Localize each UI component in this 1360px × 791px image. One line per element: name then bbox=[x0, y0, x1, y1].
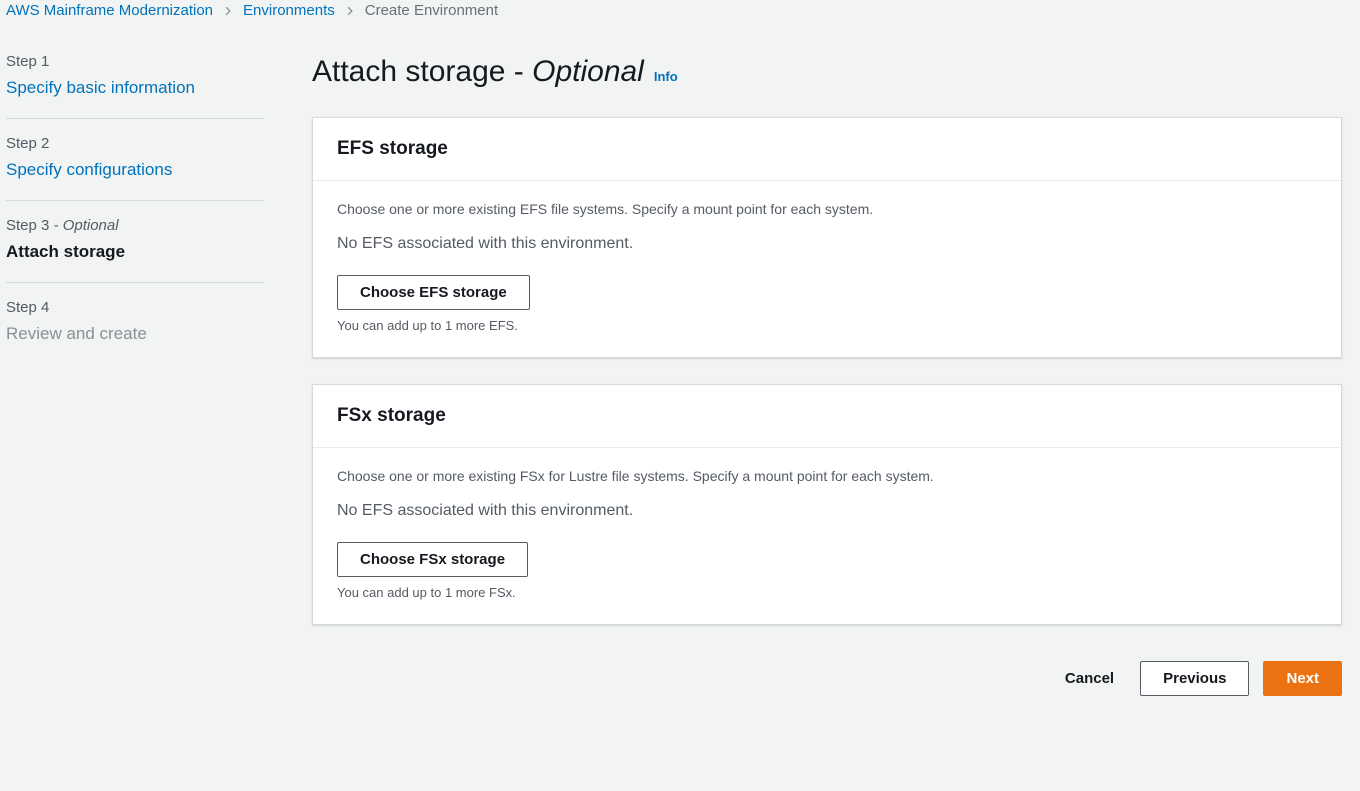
fsx-status: No EFS associated with this environment. bbox=[337, 502, 1317, 520]
previous-button[interactable]: Previous bbox=[1140, 661, 1249, 696]
next-button[interactable]: Next bbox=[1263, 661, 1342, 696]
fsx-description: Choose one or more existing FSx for Lust… bbox=[337, 468, 1317, 484]
choose-fsx-storage-button[interactable]: Choose FSx storage bbox=[337, 542, 528, 577]
step-title-disabled: Review and create bbox=[6, 324, 264, 344]
step-label: Step 3 - Optional bbox=[6, 217, 264, 234]
wizard-step-3: Step 3 - Optional Attach storage bbox=[6, 201, 264, 283]
fsx-storage-panel: FSx storage Choose one or more existing … bbox=[312, 384, 1342, 625]
efs-storage-panel: EFS storage Choose one or more existing … bbox=[312, 117, 1342, 358]
wizard-step-1[interactable]: Step 1 Specify basic information bbox=[6, 37, 264, 119]
info-link[interactable]: Info bbox=[654, 69, 678, 84]
chevron-right-icon bbox=[345, 6, 355, 16]
step-title-link[interactable]: Specify configurations bbox=[6, 160, 264, 180]
breadcrumb-service-link[interactable]: AWS Mainframe Modernization bbox=[6, 2, 213, 19]
page-title: Attach storage - Optional bbox=[312, 55, 644, 89]
fsx-heading: FSx storage bbox=[337, 405, 1317, 427]
efs-helper-text: You can add up to 1 more EFS. bbox=[337, 318, 1317, 333]
breadcrumb-environments-link[interactable]: Environments bbox=[243, 2, 335, 19]
choose-efs-storage-button[interactable]: Choose EFS storage bbox=[337, 275, 530, 310]
wizard-sidebar: Step 1 Specify basic information Step 2 … bbox=[6, 37, 264, 700]
step-label: Step 4 bbox=[6, 299, 264, 316]
main-content: Attach storage - Optional Info EFS stora… bbox=[312, 37, 1354, 700]
efs-description: Choose one or more existing EFS file sys… bbox=[337, 201, 1317, 217]
cancel-button[interactable]: Cancel bbox=[1053, 662, 1126, 695]
step-label: Step 2 bbox=[6, 135, 264, 152]
wizard-step-4: Step 4 Review and create bbox=[6, 283, 264, 364]
efs-heading: EFS storage bbox=[337, 138, 1317, 160]
step-title-active: Attach storage bbox=[6, 242, 264, 262]
step-label: Step 1 bbox=[6, 53, 264, 70]
breadcrumb-current: Create Environment bbox=[365, 2, 498, 19]
step-title-link[interactable]: Specify basic information bbox=[6, 78, 264, 98]
wizard-footer-actions: Cancel Previous Next bbox=[312, 651, 1342, 700]
wizard-step-2[interactable]: Step 2 Specify configurations bbox=[6, 119, 264, 201]
fsx-helper-text: You can add up to 1 more FSx. bbox=[337, 585, 1317, 600]
breadcrumb: AWS Mainframe Modernization Environments… bbox=[6, 0, 1354, 37]
efs-status: No EFS associated with this environment. bbox=[337, 235, 1317, 253]
chevron-right-icon bbox=[223, 6, 233, 16]
